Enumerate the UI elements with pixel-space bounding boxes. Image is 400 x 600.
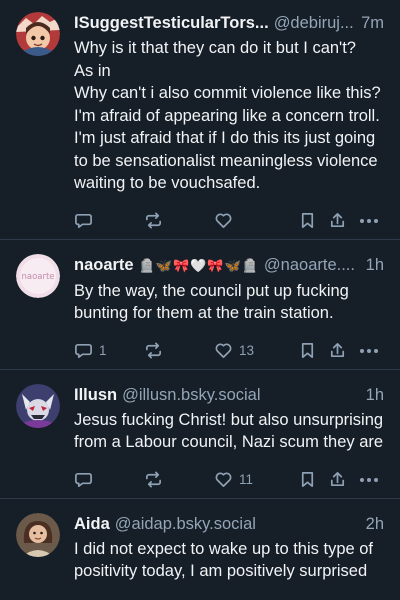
- post-text: I did not expect to wake up to this type…: [74, 539, 378, 581]
- post[interactable]: ISuggestTesticularTors... @debiruj... 7m…: [0, 0, 400, 239]
- avatar-image: [16, 12, 60, 56]
- post-time[interactable]: 1h: [360, 384, 384, 406]
- like-button[interactable]: 13: [214, 341, 298, 360]
- reply-button[interactable]: [74, 211, 144, 230]
- like-count: 11: [239, 472, 254, 487]
- bookmark-button[interactable]: [298, 341, 328, 360]
- reply-icon: [75, 472, 92, 488]
- post[interactable]: Illusn @illusn.bsky.social 1h Jesus fuck…: [0, 368, 400, 498]
- author-emoji: 🪦🦋🎀🤍🎀🦋🪦: [138, 257, 259, 273]
- repost-button[interactable]: [144, 341, 214, 360]
- post-actions: 11: [74, 462, 384, 498]
- bookmark-button[interactable]: [298, 211, 328, 230]
- share-button[interactable]: [328, 470, 360, 489]
- author-handle[interactable]: @illusn.bsky.social: [122, 384, 260, 406]
- bookmark-button[interactable]: [298, 470, 328, 489]
- reply-button[interactable]: [74, 470, 144, 489]
- author-name[interactable]: Illusn: [74, 384, 117, 406]
- bookmark-icon: [301, 212, 314, 229]
- avatar[interactable]: [16, 512, 60, 557]
- avatar-image: [16, 512, 60, 557]
- post-time[interactable]: 7m: [355, 12, 384, 34]
- author-handle[interactable]: @debiruj...: [274, 12, 354, 34]
- share-icon: [330, 471, 345, 487]
- like-button[interactable]: [214, 211, 298, 230]
- repost-icon: [145, 212, 162, 229]
- repost-button[interactable]: [144, 211, 214, 230]
- repost-button[interactable]: [144, 470, 214, 489]
- heart-icon: [215, 472, 232, 488]
- reply-icon: [75, 213, 92, 229]
- feed: ISuggestTesticularTors... @debiruj... 7m…: [0, 0, 400, 600]
- share-button[interactable]: [328, 211, 360, 230]
- author-name[interactable]: naoarte: [74, 254, 134, 276]
- avatar[interactable]: naoarte: [16, 253, 60, 298]
- bookmark-icon: [301, 342, 314, 359]
- avatar[interactable]: [16, 383, 60, 428]
- post-time[interactable]: 2h: [360, 513, 384, 535]
- avatar-image: naoarte: [16, 253, 60, 298]
- like-count: 13: [239, 343, 255, 358]
- author-handle[interactable]: @naoarte....: [264, 254, 355, 276]
- post-actions: 1 13: [74, 333, 384, 369]
- share-icon: [330, 212, 345, 228]
- post[interactable]: naoarte naoarte 🪦🦋🎀🤍🎀🦋🪦 @naoarte.... 1h …: [0, 238, 400, 369]
- share-button[interactable]: [328, 341, 360, 360]
- avatar-image: [16, 383, 60, 428]
- avatar[interactable]: [16, 12, 60, 56]
- more-button[interactable]: [360, 218, 384, 223]
- post-actions: [74, 203, 384, 239]
- post-text: By the way, the council put up fucking b…: [74, 281, 354, 323]
- heart-icon: [215, 343, 232, 359]
- avatar-logo-text: naoarte: [21, 272, 54, 282]
- author-name[interactable]: ISuggestTesticularTors...: [74, 12, 269, 34]
- repost-icon: [145, 342, 162, 359]
- more-button[interactable]: [360, 348, 384, 353]
- reply-count: 1: [99, 343, 107, 358]
- more-button[interactable]: [360, 477, 384, 482]
- author-name[interactable]: Aida: [74, 513, 110, 535]
- repost-icon: [145, 471, 162, 488]
- post[interactable]: Aida @aidap.bsky.social 2h I did not exp…: [0, 497, 400, 583]
- more-icon: [360, 477, 378, 482]
- more-icon: [360, 348, 378, 353]
- reply-icon: [75, 343, 92, 359]
- share-icon: [330, 342, 345, 358]
- post-text: Jesus fucking Christ! but also unsurpris…: [74, 410, 388, 452]
- reply-button[interactable]: 1: [74, 341, 144, 360]
- like-button[interactable]: 11: [214, 470, 298, 489]
- bookmark-icon: [301, 471, 314, 488]
- heart-icon: [215, 213, 232, 229]
- post-text: Why is it that they can do it but I can'…: [74, 39, 381, 192]
- more-icon: [360, 218, 378, 223]
- author-handle[interactable]: @aidap.bsky.social: [115, 513, 256, 535]
- post-time[interactable]: 1h: [360, 254, 384, 276]
